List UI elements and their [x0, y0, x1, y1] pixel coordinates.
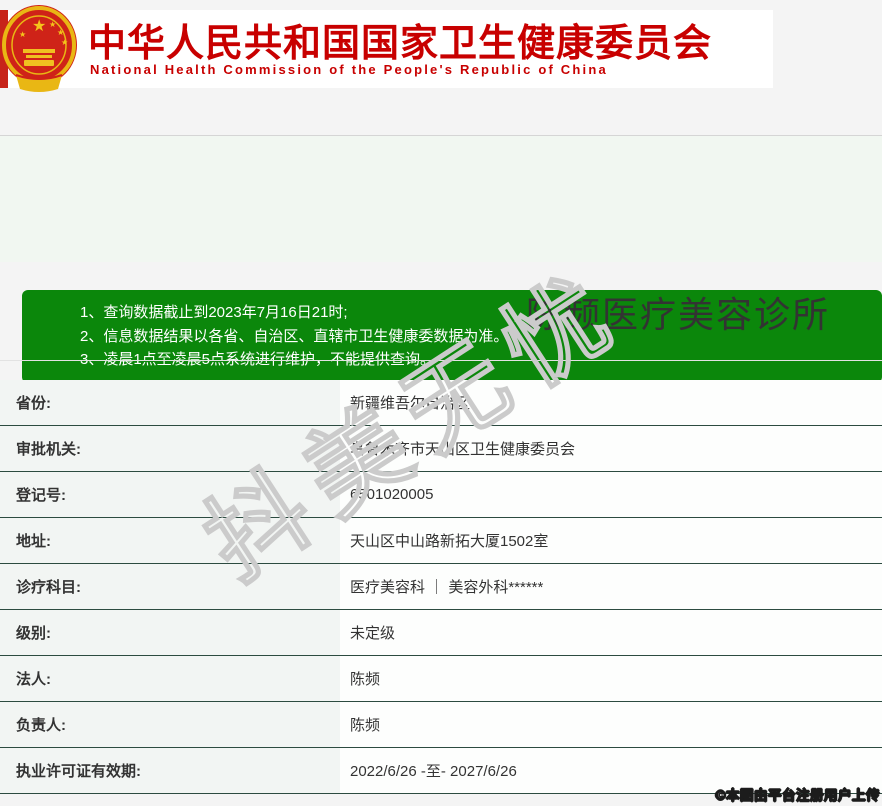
svg-text:★: ★: [61, 38, 68, 47]
page: ★ ★ ★ ★ ★ 中华人民共和国国家卫生健康委员会 National Heal…: [0, 0, 882, 806]
clinic-name-title: 陈频医疗美容诊所: [525, 294, 830, 335]
field-label: 法人:: [0, 656, 340, 701]
svg-text:★: ★: [49, 20, 56, 29]
table-row: 负责人: 陈频: [0, 702, 882, 748]
upload-attribution-badge: ©本图由平台注册用户上传: [715, 788, 880, 804]
svg-text:★: ★: [57, 28, 64, 37]
field-value: 医疗美容科 ｜ 美容外科******: [340, 564, 882, 609]
svg-text:★: ★: [19, 30, 26, 39]
field-label: 登记号:: [0, 472, 340, 517]
table-row: 诊疗科目: 医疗美容科 ｜ 美容外科******: [0, 564, 882, 610]
national-emblem-icon: ★ ★ ★ ★ ★: [2, 5, 77, 92]
title-divider: [0, 360, 882, 361]
license-info-table: 省份: 新疆维吾尔自治区 审批机关: 乌鲁木齐市天山区卫生健康委员会 登记号: …: [0, 380, 882, 794]
field-label: 省份:: [0, 380, 340, 425]
field-label: 地址:: [0, 518, 340, 563]
field-label: 审批机关:: [0, 426, 340, 471]
field-value: 乌鲁木齐市天山区卫生健康委员会: [340, 426, 882, 471]
field-value: 未定级: [340, 610, 882, 655]
field-value: 天山区中山路新拓大厦1502室: [340, 518, 882, 563]
field-value: 新疆维吾尔自治区: [340, 380, 882, 425]
table-row: 级别: 未定级: [0, 610, 882, 656]
table-row: 地址: 天山区中山路新拓大厦1502室: [0, 518, 882, 564]
table-row: 登记号: 6501020005: [0, 472, 882, 518]
field-label: 级别:: [0, 610, 340, 655]
field-label: 诊疗科目:: [0, 564, 340, 609]
notice-section: 1、查询数据截止到2023年7月16日21时; 2、信息数据结果以各省、自治区、…: [0, 136, 882, 383]
svg-text:★: ★: [32, 18, 46, 35]
site-title-en: National Health Commission of the People…: [90, 62, 608, 77]
site-title-cn: 中华人民共和国国家卫生健康委员会: [88, 23, 713, 65]
field-value: 陈频: [340, 656, 882, 701]
field-label: 负责人:: [0, 702, 340, 747]
field-value: 6501020005: [340, 472, 882, 517]
field-label: 执业许可证有效期:: [0, 748, 340, 793]
table-row: 审批机关: 乌鲁木齐市天山区卫生健康委员会: [0, 426, 882, 472]
table-row: 省份: 新疆维吾尔自治区: [0, 380, 882, 426]
table-row: 法人: 陈频: [0, 656, 882, 702]
field-value: 陈频: [340, 702, 882, 747]
